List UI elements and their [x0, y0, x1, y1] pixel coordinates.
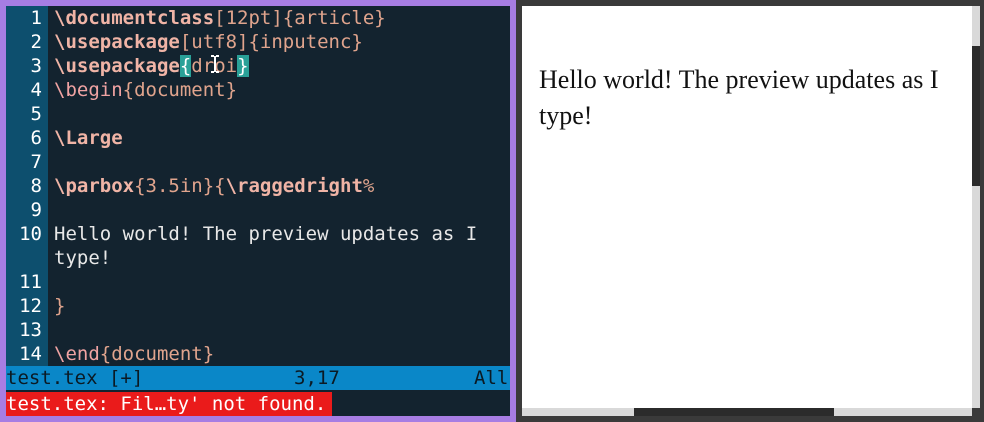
code-token: \usepackage — [54, 31, 180, 53]
code-token: {document} — [122, 79, 238, 101]
code-token: {3.5in} — [134, 175, 215, 197]
code-token: \raggedright — [225, 175, 363, 197]
code-token: [12pt]{article} — [214, 7, 386, 29]
line-text: \usepackage{dr oi} — [48, 54, 249, 78]
code-line[interactable]: 9 — [6, 198, 510, 222]
line-number: 5 — [6, 102, 48, 126]
line-number: 11 — [6, 270, 48, 294]
line-number: 4 — [6, 78, 48, 102]
code-token: [utf8]{inputenc} — [179, 31, 363, 53]
code-token: \usepackage — [54, 55, 180, 77]
line-text: \Large — [48, 126, 123, 150]
line-text — [48, 150, 54, 174]
line-text — [48, 270, 54, 294]
preview-horizontal-scroll-thumb[interactable] — [634, 408, 834, 416]
line-text: } — [48, 294, 65, 318]
code-line[interactable]: 10 Hello world! The preview updates as I — [6, 222, 510, 246]
code-token: \documentclass — [54, 7, 215, 29]
line-text — [48, 102, 54, 126]
status-scroll-indicator: All — [474, 367, 509, 389]
vim-editor[interactable]: 1 \documentclass[12pt]{article} 2 \usepacka… — [6, 6, 510, 416]
code-token: \parbox — [54, 175, 135, 197]
code-line[interactable]: 3 \usepackage{dr oi} — [6, 54, 510, 78]
code-token: } — [54, 295, 66, 317]
line-number — [6, 246, 48, 270]
line-text: type! — [48, 246, 111, 270]
code-area[interactable]: 1 \documentclass[12pt]{article} 2 \usepacka… — [6, 6, 510, 366]
editor-window-frame: 1 \documentclass[12pt]{article} 2 \usepacka… — [0, 0, 516, 422]
line-number: 10 — [6, 222, 48, 246]
code-line[interactable]: 14 \end{document} — [6, 342, 510, 366]
line-number: 12 — [6, 294, 48, 318]
code-token: {document} — [99, 343, 215, 365]
scrollbar-corner — [972, 408, 980, 416]
code-token: \Large — [54, 127, 123, 149]
code-line[interactable]: 13 — [6, 318, 510, 342]
line-number: 9 — [6, 198, 48, 222]
code-line[interactable]: 8 \parbox{3.5in}{\raggedright% — [6, 174, 510, 198]
code-line[interactable]: 5 — [6, 102, 510, 126]
code-line[interactable]: type! — [6, 246, 510, 270]
line-text: \end{document} — [48, 342, 214, 366]
code-line[interactable]: 7 — [6, 150, 510, 174]
line-number: 2 — [6, 30, 48, 54]
preview-horizontal-scrollbar[interactable] — [522, 408, 972, 416]
code-line[interactable]: 11 — [6, 270, 510, 294]
status-filename: test.tex [+] — [6, 367, 144, 389]
line-text — [48, 198, 54, 222]
pdf-preview-pane[interactable]: Hello world! The preview updates as I ty… — [522, 6, 972, 408]
line-number: 3 — [6, 54, 48, 78]
line-number: 6 — [6, 126, 48, 150]
code-line[interactable]: 12} — [6, 294, 510, 318]
line-number: 14 — [6, 342, 48, 366]
code-token: Hello world! The preview updates as I — [54, 223, 478, 245]
line-number: 8 — [6, 174, 48, 198]
line-number: 13 — [6, 318, 48, 342]
status-cursor-position: 3,17 — [294, 367, 340, 389]
line-text: \begin{document} — [48, 78, 237, 102]
code-token: \begin — [54, 79, 123, 101]
code-token: % — [362, 175, 375, 197]
line-text: \usepackage[utf8]{inputenc} — [48, 30, 363, 54]
preview-vertical-scrollbar[interactable] — [972, 6, 980, 408]
code-line[interactable]: 6 \Large — [6, 126, 510, 150]
code-token: { — [214, 175, 226, 197]
code-line[interactable]: 2 \usepackage[utf8]{inputenc} — [6, 30, 510, 54]
code-line[interactable]: 1 \documentclass[12pt]{article} — [6, 6, 510, 30]
line-text: \parbox{3.5in}{\raggedright% — [48, 174, 374, 198]
line-text: \documentclass[12pt]{article} — [48, 6, 386, 30]
preview-paragraph: Hello world! The preview updates as I ty… — [539, 65, 939, 130]
error-message: test.tex: Fil…ty' not found. — [6, 392, 333, 416]
preview-vertical-scroll-thumb[interactable] — [972, 46, 980, 186]
line-number: 1 — [6, 6, 48, 30]
code-line[interactable]: 4 \begin{document} — [6, 78, 510, 102]
code-token: { — [179, 55, 192, 77]
line-text: Hello world! The preview updates as I — [48, 222, 477, 246]
code-token: \end — [54, 343, 100, 365]
status-bar: test.tex [+] 3,17 All — [6, 366, 510, 390]
code-token: type! — [54, 247, 112, 269]
code-token: } — [237, 55, 249, 77]
line-text — [48, 318, 54, 342]
preview-window-frame: Hello world! The preview updates as I ty… — [516, 0, 984, 422]
line-number: 7 — [6, 150, 48, 174]
